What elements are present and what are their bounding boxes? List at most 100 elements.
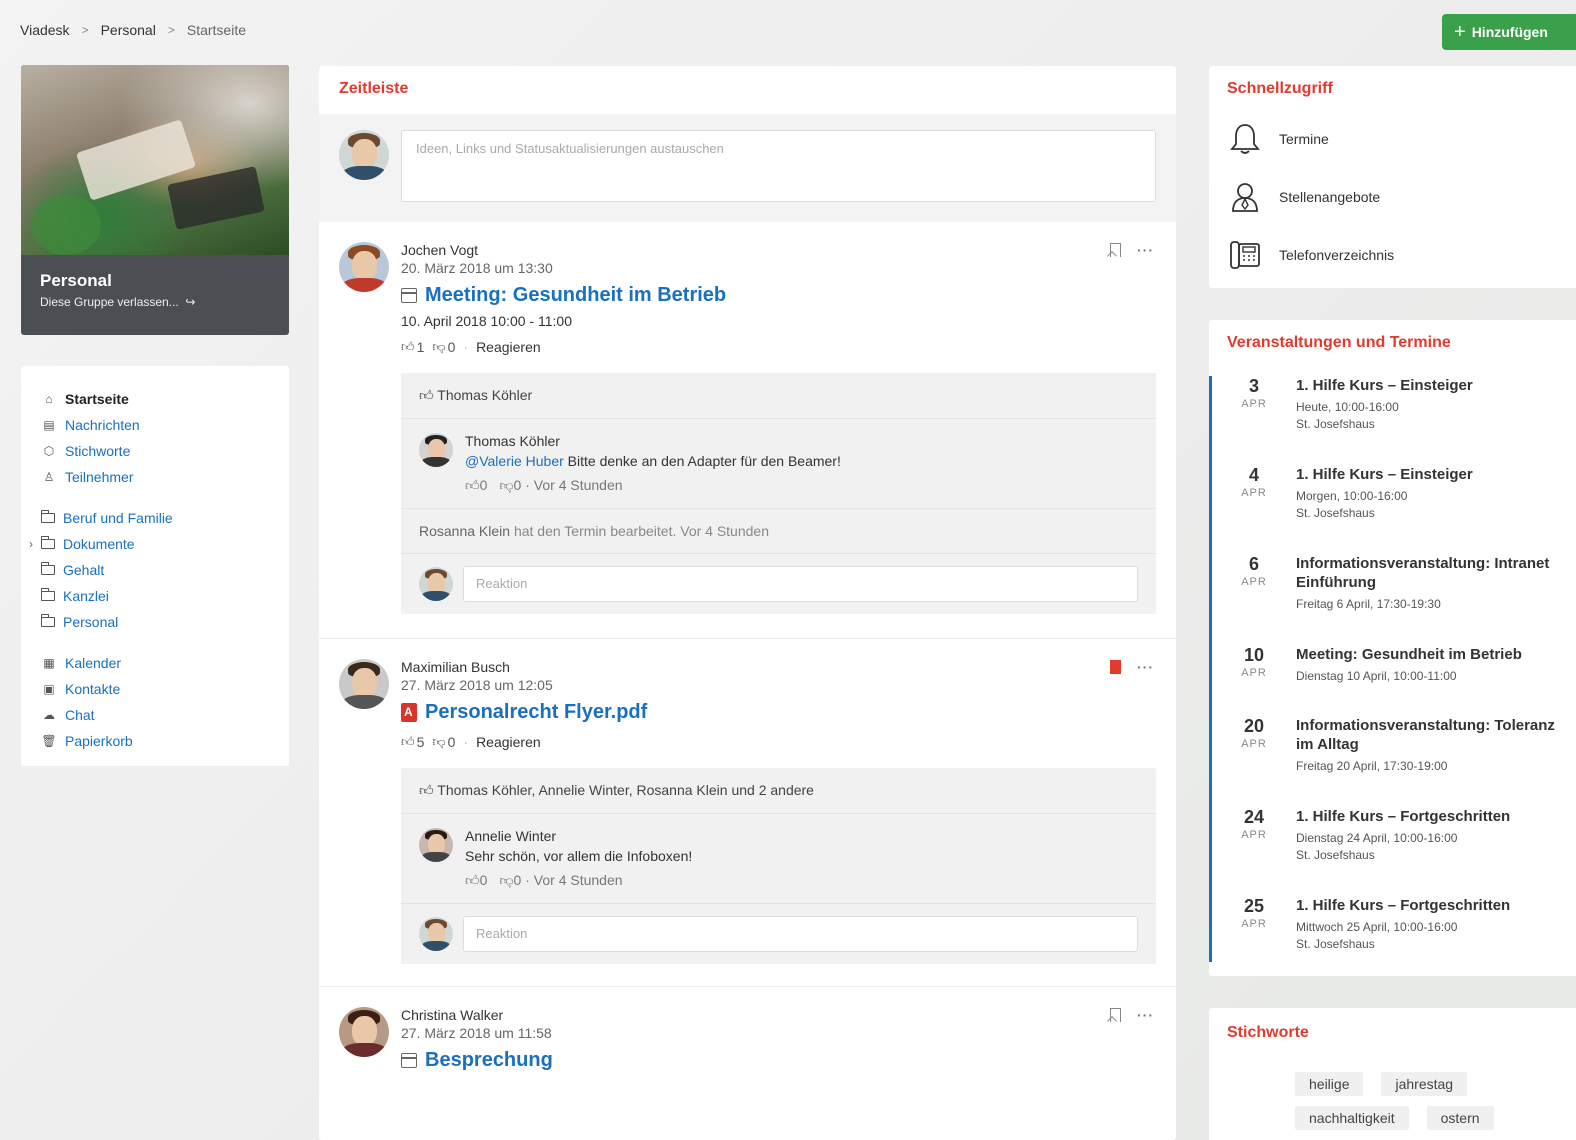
event-location: St. Josefshaus — [1296, 937, 1375, 951]
add-button[interactable]: + Hinzufügen — [1442, 14, 1576, 50]
event-title: Informationsveranstaltung: Toleranz im A… — [1296, 717, 1555, 753]
folder-label: Kanzlei — [63, 588, 109, 604]
nav-item-startseite[interactable]: ⌂ Startseite — [41, 386, 289, 412]
folder-item-kanzlei[interactable]: Kanzlei — [40, 583, 289, 609]
post-author[interactable]: Jochen Vogt — [401, 242, 1156, 258]
event-time: Morgen, 10:00-16:00 — [1296, 489, 1408, 503]
activity-actor[interactable]: Rosanna Klein — [419, 523, 510, 539]
event-month: APR — [1241, 398, 1267, 410]
react-link[interactable]: Reagieren — [476, 339, 541, 355]
pdf-icon — [401, 703, 417, 722]
tag[interactable]: nachhaltigkeit — [1295, 1106, 1409, 1130]
status-input[interactable]: Ideen, Links und Statusaktualisierungen … — [401, 130, 1156, 202]
post-author[interactable]: Christina Walker — [401, 1007, 1156, 1023]
chat-icon: ☁ — [43, 708, 55, 722]
leave-group-link[interactable]: Diese Gruppe verlassen... ↪ — [40, 295, 270, 309]
comment-author[interactable]: Annelie Winter — [465, 828, 692, 844]
event-item[interactable]: 24 APR 1. Hilfe Kurs – Fortgeschritten Die… — [1212, 807, 1576, 896]
photo-detail — [31, 195, 101, 255]
event-time: Dienstag 24 April, 10:00-16:00 — [1296, 831, 1458, 845]
thumbs-down-icon[interactable]: 👎︎ — [432, 734, 445, 750]
tag[interactable]: heilige — [1295, 1072, 1364, 1096]
liked-by-line: 👍︎ Thomas Köhler, Annelie Winter, Rosann… — [401, 768, 1156, 814]
thumbs-up-icon: 👍︎ — [419, 782, 438, 798]
timeline-post: Jochen Vogt 20. März 2018 um 13:30 Meeti… — [319, 222, 1176, 614]
nav-item-chat[interactable]: ☁ Chat — [41, 702, 289, 728]
tag[interactable]: ostern — [1426, 1106, 1494, 1130]
avatar[interactable] — [339, 130, 389, 180]
comment-author[interactable]: Thomas Köhler — [465, 433, 841, 449]
bookmark-filled-icon[interactable] — [1110, 660, 1121, 674]
post-title: Besprechung — [425, 1049, 553, 1071]
timeline-post: Christina Walker 27. März 2018 um 11:58 … — [319, 987, 1176, 1072]
folder-item-dokumente[interactable]: › Dokumente — [29, 531, 289, 557]
comment: Thomas Köhler @Valerie Huber Bitte denke… — [401, 419, 1156, 509]
event-item[interactable]: 6 APR Informationsveranstaltung: Intranet… — [1212, 554, 1576, 645]
breadcrumb: Viadesk > Personal > Startseite — [20, 22, 246, 38]
event-item[interactable]: 3 APR 1. Hilfe Kurs – Einsteiger Heute, 10… — [1212, 376, 1576, 465]
nav-item-papierkorb[interactable]: 🗑 Papierkorb — [41, 728, 289, 754]
folder-item-gehalt[interactable]: Gehalt — [40, 557, 289, 583]
breadcrumb-item[interactable]: Viadesk — [20, 22, 70, 38]
quick-item-termine[interactable]: Termine — [1227, 110, 1558, 168]
folder-item-beruf-und-familie[interactable]: Beruf und Familie — [40, 505, 289, 531]
thumbs-down-icon[interactable]: 👎︎ — [432, 339, 445, 355]
reply-input[interactable]: Reaktion — [463, 566, 1138, 602]
nav-item-nachrichten[interactable]: ▤ Nachrichten — [41, 412, 289, 438]
more-options-icon[interactable]: ··· — [1137, 1007, 1154, 1023]
avatar[interactable] — [339, 1007, 389, 1057]
post-title-link[interactable]: Meeting: Gesundheit im Betrieb — [401, 284, 1156, 307]
event-item[interactable]: 4 APR 1. Hilfe Kurs – Einsteiger Morgen, 1… — [1212, 465, 1576, 554]
chevron-right-icon[interactable]: › — [29, 537, 33, 551]
breadcrumb-item[interactable]: Personal — [101, 22, 156, 38]
event-title: 1. Hilfe Kurs – Einsteiger — [1296, 466, 1473, 483]
bookmark-icon[interactable] — [1110, 1008, 1121, 1022]
thumbs-up-icon[interactable]: 👍︎ — [401, 734, 415, 750]
thumbs-up-icon[interactable]: 👍︎ — [465, 477, 480, 493]
event-time: Heute, 10:00-16:00 — [1296, 400, 1399, 414]
events-card: Veranstaltungen und Termine 3 APR 1. Hilf… — [1209, 320, 1576, 976]
folder-item-personal[interactable]: Personal — [40, 609, 289, 635]
liked-by-names[interactable]: Thomas Köhler — [437, 387, 532, 403]
event-item[interactable]: 20 APR Informationsveranstaltung: Toleran… — [1212, 716, 1576, 807]
nav-item-label: Stichworte — [65, 443, 131, 459]
event-title: Informationsveranstaltung: Intranet Einf… — [1296, 555, 1550, 591]
thumbs-down-icon[interactable]: 👎︎ — [499, 477, 513, 493]
event-time: Mittwoch 25 April, 10:00-16:00 — [1296, 920, 1458, 934]
avatar[interactable] — [339, 659, 389, 709]
quick-item-label: Stellenangebote — [1279, 189, 1381, 205]
react-link[interactable]: Reagieren — [476, 734, 541, 750]
post-title-link[interactable]: Besprechung — [401, 1049, 1156, 1072]
thumbs-up-icon[interactable]: 👍︎ — [401, 339, 415, 355]
event-title: Meeting: Gesundheit im Betrieb — [1296, 646, 1522, 663]
avatar[interactable] — [339, 242, 389, 292]
nav-item-kontakte[interactable]: ▣ Kontakte — [41, 676, 289, 702]
dislike-count: 0 — [447, 339, 456, 355]
post-author[interactable]: Maximilian Busch — [401, 659, 1156, 675]
event-title: 1. Hilfe Kurs – Einsteiger — [1296, 377, 1473, 394]
nav-item-teilnehmer[interactable]: ♙ Teilnehmer — [41, 464, 289, 490]
activity-line: Rosanna Klein hat den Termin bearbeitet.… — [401, 509, 1156, 554]
reply-input[interactable]: Reaktion — [463, 916, 1138, 952]
post-title-link[interactable]: Personalrecht Flyer.pdf — [401, 701, 1156, 724]
event-title: 1. Hilfe Kurs – Fortgeschritten — [1296, 808, 1511, 825]
event-item[interactable]: 10 APR Meeting: Gesundheit im Betrieb Dien… — [1212, 645, 1576, 716]
thumbs-up-icon[interactable]: 👍︎ — [465, 872, 480, 888]
event-item[interactable]: 25 APR 1. Hilfe Kurs – Fortgeschritten Mit… — [1212, 896, 1576, 962]
mention-link[interactable]: @Valerie Huber — [465, 453, 564, 469]
tag[interactable]: jahrestag — [1381, 1072, 1468, 1096]
liked-by-line: 👍︎ Thomas Köhler — [401, 373, 1156, 419]
event-day: 3 — [1248, 376, 1259, 396]
avatar[interactable] — [419, 433, 453, 467]
more-options-icon[interactable]: ··· — [1137, 242, 1154, 258]
more-options-icon[interactable]: ··· — [1137, 659, 1154, 675]
avatar[interactable] — [419, 828, 453, 862]
bookmark-icon[interactable] — [1110, 243, 1121, 257]
quick-item-telefonverzeichnis[interactable]: Telefonverzeichnis — [1227, 226, 1558, 284]
nav-item-kalender[interactable]: ▦ Kalender — [41, 650, 289, 676]
thumbs-down-icon[interactable]: 👎︎ — [499, 872, 513, 888]
liked-by-names[interactable]: Thomas Köhler, Annelie Winter, Rosanna K… — [437, 782, 814, 798]
nav-item-stichworte[interactable]: ⬡ Stichworte — [41, 438, 289, 464]
quick-item-stellenangebote[interactable]: Stellenangebote — [1227, 168, 1558, 226]
post-date: 27. März 2018 um 11:58 — [401, 1025, 552, 1041]
